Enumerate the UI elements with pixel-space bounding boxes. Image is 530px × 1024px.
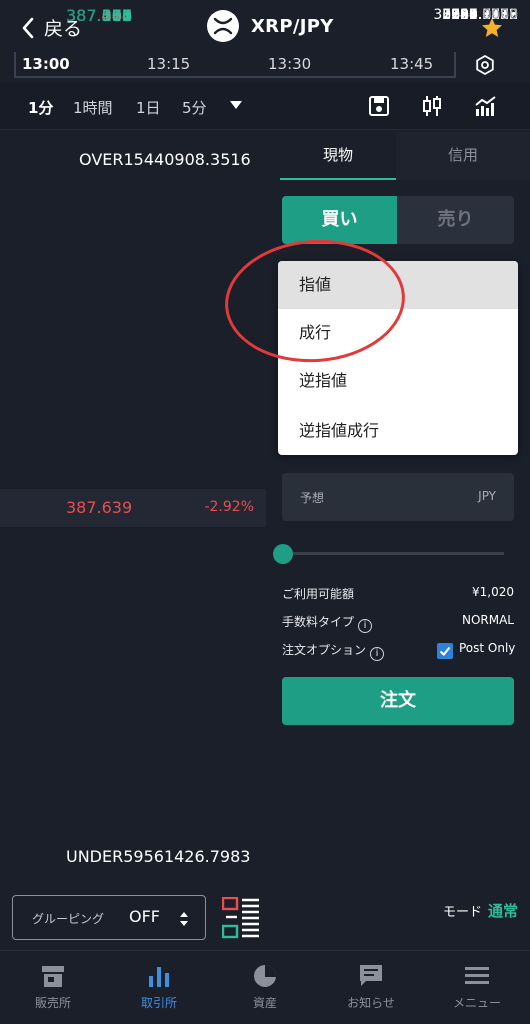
price-int: 387. [66, 6, 102, 25]
menu-icon [465, 967, 489, 984]
mode-indicator[interactable]: モード 通常 [443, 900, 518, 921]
grouping-label: グルーピング [32, 912, 105, 926]
row-price: 387.083 [66, 6, 132, 25]
available-label: ご利用可能額 [282, 587, 355, 601]
nav-item-store[interactable]: 販売所 [0, 951, 106, 1024]
post-only-checkbox[interactable] [437, 643, 453, 659]
fee-row: 手数料タイプ i NORMAL [282, 613, 514, 633]
nav-item-news[interactable]: お知らせ [318, 951, 424, 1024]
message-icon [360, 965, 382, 986]
pair-selector[interactable]: XRP/JPY [207, 10, 334, 42]
nav-label: お知らせ [347, 996, 395, 1010]
nav-label: メニュー [452, 996, 501, 1010]
order-type-stop-market[interactable]: 逆指値成行 [278, 407, 518, 455]
order-type-market[interactable]: 成行 [278, 309, 518, 357]
info-icon[interactable]: i [358, 619, 373, 633]
interval-1day[interactable]: 1日 [136, 97, 161, 118]
under-volume: UNDER59561426.7983 [66, 847, 251, 866]
trade-type-tabs: 現物 信用 [280, 132, 530, 180]
amount-slider-track[interactable] [284, 552, 504, 555]
estimate-label: 予想 [300, 491, 325, 505]
pair-name: XRP/JPY [251, 15, 334, 37]
candlestick-icon[interactable] [420, 94, 444, 118]
nav-item-exchange[interactable]: 取引所 [106, 951, 212, 1024]
estimate-unit: JPY [478, 489, 496, 503]
sort-arrows-icon [180, 912, 188, 926]
fee-value: NORMAL [461, 613, 514, 627]
interval-1min[interactable]: 1分 [28, 97, 53, 118]
mode-value: 通常 [487, 902, 518, 920]
time-tick: 13:45 [390, 55, 434, 73]
nav-label: 資産 [252, 996, 277, 1010]
tab-margin[interactable]: 信用 [396, 132, 530, 180]
bottom-navigation: 販売所 取引所 資産 お知らせ メニュー [0, 950, 530, 1024]
chart-toolbar: 1分 1時間 1日 5分 [0, 82, 530, 130]
mid-price-row: 387.639 -2.92% [0, 489, 266, 527]
bar-chart-icon [149, 967, 169, 987]
info-icon[interactable]: i [370, 647, 385, 661]
store-icon [42, 966, 64, 987]
option-label-wrap: 注文オプション i [282, 641, 385, 661]
save-icon[interactable] [367, 94, 391, 118]
qty-main: 100. [451, 7, 483, 23]
nav-item-menu[interactable]: メニュー [424, 951, 530, 1024]
grouping-value: OFF [129, 907, 160, 926]
post-only-label: Post Only [459, 641, 516, 655]
row-quantity: 100.0000 [451, 7, 518, 23]
nav-item-assets[interactable]: 資産 [212, 951, 318, 1024]
available-value: ¥1,020 [472, 585, 514, 599]
order-type-limit[interactable]: 指値 [278, 261, 518, 309]
mode-label: モード [442, 905, 482, 920]
available-row: ご利用可能額 ¥1,020 [282, 585, 514, 605]
time-tick: 13:00 [22, 55, 70, 73]
price-change: -2.92% [204, 499, 254, 515]
chart-time-axis: 13:00 13:15 13:30 13:45 [0, 52, 530, 78]
book-layout-icon[interactable] [222, 897, 260, 939]
xrp-coin-icon [207, 10, 239, 42]
buy-button[interactable]: 買い [282, 196, 397, 244]
order-type-dropdown: 指値 成行 逆指値 逆指値成行 [278, 261, 518, 455]
mid-price: 387.639 [66, 498, 133, 517]
tab-spot[interactable]: 現物 [280, 132, 396, 180]
chart-settings-icon[interactable] [474, 54, 496, 76]
qty-dim: 0000 [482, 7, 518, 23]
time-tick: 13:30 [268, 55, 312, 73]
chevron-left-icon [22, 17, 34, 38]
interval-5min[interactable]: 5分 [182, 97, 207, 118]
grouping-select[interactable]: グルーピング OFF [12, 895, 206, 940]
order-type-stop[interactable]: 逆指値 [278, 357, 518, 405]
indicator-icon[interactable] [474, 94, 498, 118]
over-volume: OVER15440908.3516 [79, 150, 251, 169]
amount-slider-handle[interactable] [273, 544, 293, 564]
pie-chart-icon [254, 965, 276, 987]
place-order-button[interactable]: 注文 [282, 677, 514, 725]
fee-label-wrap: 手数料タイプ i [282, 613, 373, 633]
fee-label: 手数料タイプ [282, 615, 355, 629]
interval-1hour[interactable]: 1時間 [73, 97, 113, 118]
sell-button[interactable]: 売り [397, 196, 514, 244]
time-tick: 13:15 [147, 55, 191, 73]
nav-label: 販売所 [34, 996, 71, 1010]
price-dec: 083 [101, 6, 133, 25]
estimate-field[interactable]: 予想 JPY [282, 473, 514, 521]
interval-dropdown-icon[interactable] [229, 100, 243, 110]
option-label: 注文オプション [282, 643, 367, 657]
nav-label: 取引所 [140, 996, 177, 1010]
